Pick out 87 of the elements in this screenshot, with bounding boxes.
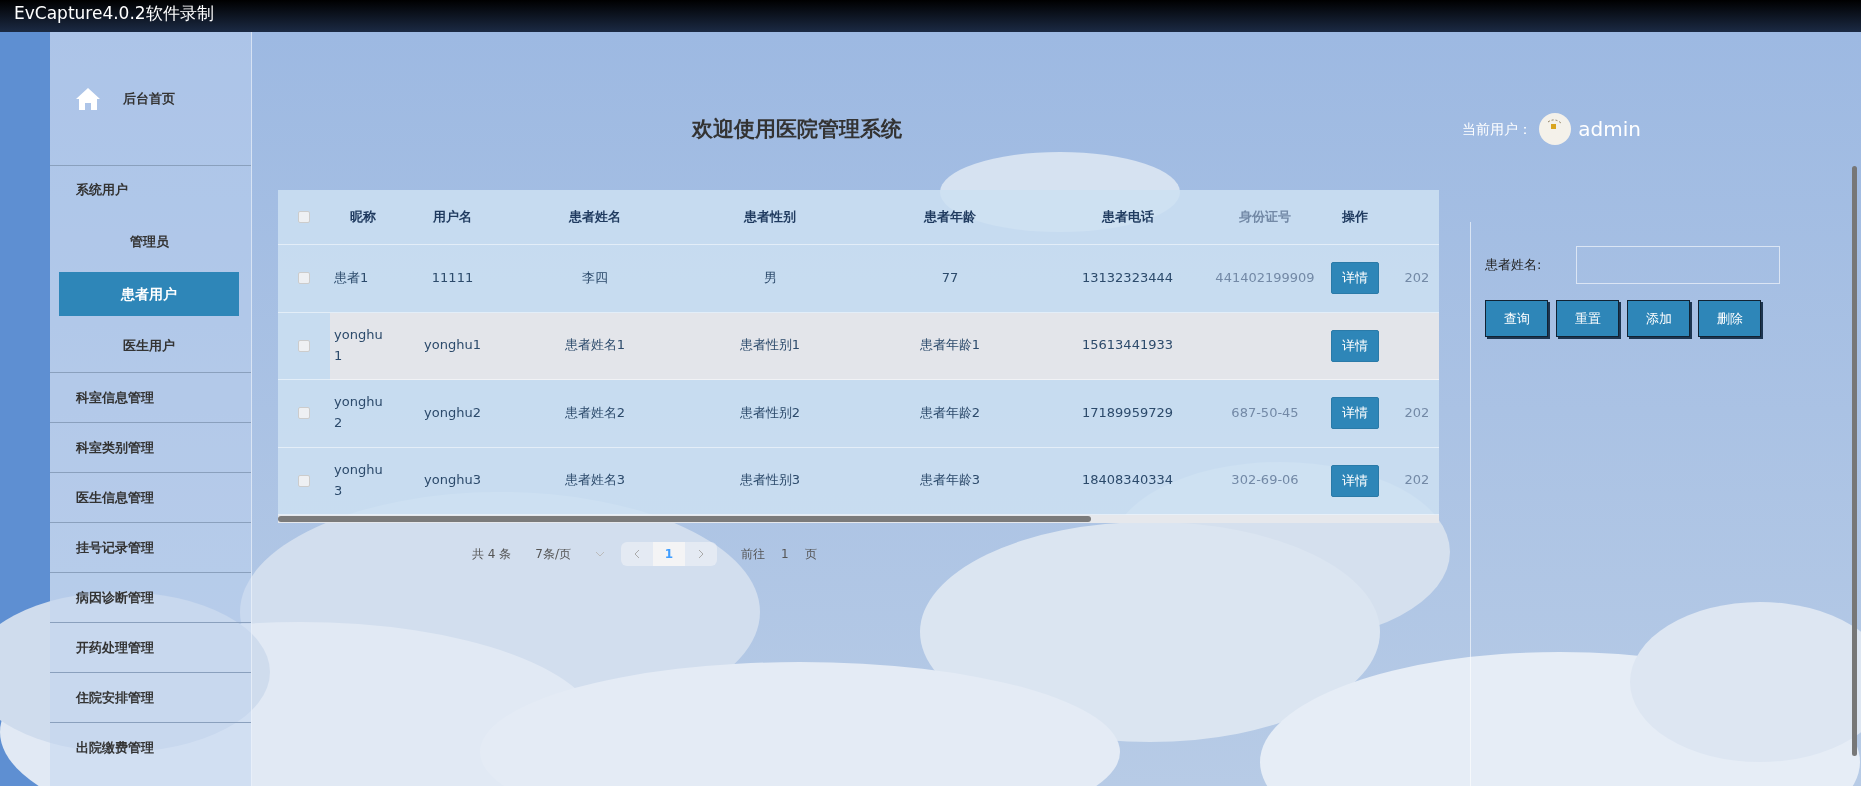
chevron-down-icon <box>594 551 605 557</box>
column-header: 患者年龄 <box>923 208 977 227</box>
table-cell-text: yonghu1 <box>334 325 384 365</box>
sidebar-item[interactable]: 出院缴费管理 <box>50 722 251 772</box>
action-button[interactable]: 删除 <box>1698 300 1761 337</box>
table-row[interactable]: yonghu1 yonghu1 患者姓名1 患者性别1 患者年龄1 15613441933 详情 <box>278 312 1439 380</box>
sidebar-item[interactable]: 患者用户 <box>59 272 239 316</box>
select-all-checkbox[interactable] <box>298 211 310 223</box>
scrollbar[interactable] <box>1852 166 1857 756</box>
search-field[interactable] <box>1576 246 1781 284</box>
table-cell: 患者年龄2 <box>919 404 981 420</box>
table-cell: 患者姓名2 <box>564 404 626 420</box>
table-cell: yonghu3 <box>424 472 481 488</box>
table-cell-text: 患者1 <box>334 268 369 287</box>
column-header: 昵称 <box>348 208 377 227</box>
table-cell: 患者性别2 <box>739 404 801 420</box>
sidebar-item[interactable]: 挂号记录管理 <box>50 522 251 572</box>
sidebar-item[interactable]: 科室类别管理 <box>50 422 251 472</box>
column-header: 操作 <box>1341 208 1369 227</box>
table-cell: 202 <box>1404 472 1430 488</box>
table-cell-text: yonghu2 <box>334 393 384 433</box>
table-cell: 李四 <box>582 269 608 285</box>
table-cell: 患者年龄1 <box>919 337 981 353</box>
table-cell: 男 <box>763 269 777 285</box>
page-title: 欢迎使用医院管理系统 <box>692 116 902 143</box>
horizontal-scrollbar[interactable] <box>278 515 1439 523</box>
table-cell: 15613441933 <box>1082 337 1173 353</box>
chevron-right-icon <box>696 549 705 559</box>
sidebar-item[interactable]: 开药处理管理 <box>50 622 251 672</box>
table-row[interactable]: yonghu2 yonghu2 患者姓名2 患者性别2 患者年龄2 17189959729 687-50-45 详情 202 <box>278 380 1439 448</box>
row-checkbox[interactable] <box>298 272 310 285</box>
table-cell: 患者性别1 <box>739 337 801 353</box>
table-cell: 202 <box>1404 269 1430 285</box>
table-cell: 18408340334 <box>1082 472 1173 488</box>
table-cell-text: yonghu3 <box>334 460 384 500</box>
page-size-select[interactable]: 7条/页 <box>535 545 605 563</box>
row-checkbox[interactable] <box>298 407 310 420</box>
chevron-left-icon <box>632 549 641 559</box>
sidebar-group[interactable]: 系统用户 <box>50 166 251 216</box>
sidebar-item[interactable]: 管理员 <box>59 216 239 268</box>
details-button[interactable]: 详情 <box>1331 397 1379 430</box>
table-cell: 302-69-06 <box>1231 472 1299 488</box>
row-checkbox[interactable] <box>298 474 310 487</box>
page-suffix: 页 <box>804 546 817 563</box>
column-header: 患者姓名 <box>568 208 622 227</box>
table-cell: 患者性别3 <box>739 472 801 488</box>
details-button[interactable]: 详情 <box>1331 464 1379 497</box>
table-cell: 687-50-45 <box>1231 404 1299 420</box>
column-header: 用户名 <box>432 208 473 227</box>
total-count: 共 4 条 <box>472 546 512 563</box>
column-header: 患者电话 <box>1100 208 1155 227</box>
previous-page-button[interactable] <box>620 542 653 566</box>
page-input[interactable]: 1 <box>780 545 789 563</box>
table-cell: 441402199909 <box>1215 269 1315 285</box>
sidebar-item[interactable]: 医生用户 <box>59 320 239 372</box>
action-button[interactable]: 添加 <box>1627 300 1690 337</box>
username: admin <box>1578 116 1641 143</box>
table-cell: 13132323444 <box>1082 269 1173 285</box>
row-checkbox[interactable] <box>298 339 310 352</box>
details-button[interactable]: 详情 <box>1331 262 1379 295</box>
column-header: 身份证号 <box>1238 208 1292 227</box>
table-cell: 患者姓名3 <box>564 472 626 488</box>
current-user-label: 当前用户： <box>1462 119 1533 139</box>
action-button[interactable]: 查询 <box>1485 300 1548 337</box>
table-cell: 11111 <box>431 269 474 285</box>
sidebar-item[interactable]: 住院安排管理 <box>50 672 251 722</box>
table-row[interactable]: 患者1 11111 李四 男 77 13132323444 441402199909 详情 202 <box>278 245 1439 313</box>
home-icon <box>75 86 101 111</box>
window-title: EvCapture4.0.2软件录制 <box>14 2 214 25</box>
sidebar-item[interactable]: 科室信息管理 <box>50 372 251 422</box>
table-cell: yonghu1 <box>424 337 481 353</box>
next-page-button[interactable] <box>684 542 717 566</box>
sidebar-item[interactable]: 病因诊断管理 <box>50 572 251 622</box>
action-button[interactable]: 重置 <box>1556 300 1619 337</box>
column-header: 患者性别 <box>743 208 797 227</box>
table-cell: 77 <box>941 269 959 285</box>
table-cell: 患者年龄3 <box>919 472 981 488</box>
details-button[interactable]: 详情 <box>1331 329 1379 362</box>
table-cell: 202 <box>1404 404 1430 420</box>
field-label: 患者姓名: <box>1485 256 1542 275</box>
sidebar-item[interactable]: 后台首页 <box>123 88 175 109</box>
table-cell: yonghu2 <box>424 404 481 420</box>
avatar-icon <box>1538 112 1573 146</box>
goto-label: 前往 <box>740 546 765 563</box>
table-cell: 17189959729 <box>1082 404 1173 420</box>
table-cell: 患者姓名1 <box>564 337 626 353</box>
sidebar-item[interactable]: 医生信息管理 <box>50 472 251 522</box>
